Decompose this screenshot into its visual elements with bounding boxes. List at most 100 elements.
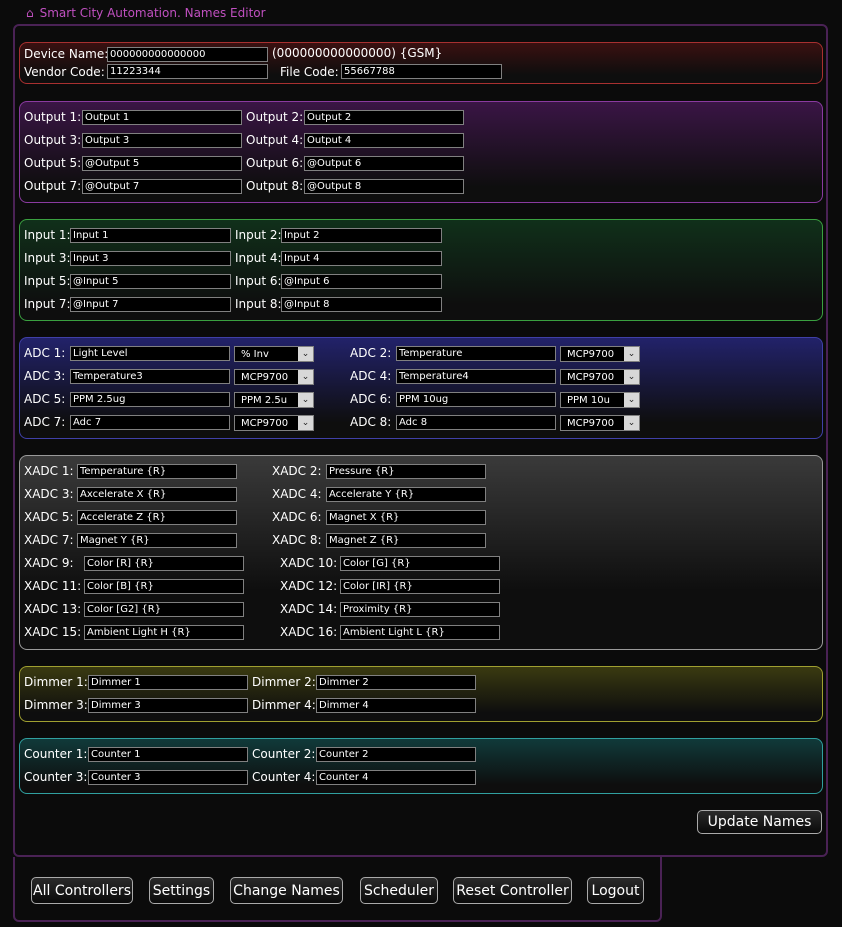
dimmer-field-4[interactable] <box>316 698 476 713</box>
device-name-field[interactable] <box>107 47 268 62</box>
counter-label-1: Counter 1: <box>24 747 88 761</box>
dimmer-field-2[interactable] <box>316 675 476 690</box>
counter-field-4[interactable] <box>316 770 476 785</box>
output-field-6[interactable] <box>304 156 464 171</box>
device-name-label: Device Name: <box>24 47 109 61</box>
chevron-down-icon: ⌄ <box>298 393 313 407</box>
xadc-field-10[interactable] <box>340 556 500 571</box>
nav-scheduler-button[interactable]: Scheduler <box>360 877 438 904</box>
adc-label-3: ADC 3: <box>24 369 66 383</box>
adc-type-select-3[interactable]: MCP9700 ⌄ <box>234 369 314 385</box>
input-field-4[interactable] <box>281 251 442 266</box>
input-field-2[interactable] <box>281 228 442 243</box>
xadc-field-11[interactable] <box>84 579 244 594</box>
output-label-1: Output 1: <box>24 110 82 124</box>
chevron-down-icon: ⌄ <box>298 416 313 430</box>
adc-field-6[interactable] <box>396 392 556 407</box>
xadc-label-13: XADC 13: <box>24 602 82 616</box>
xadc-label-6: XADC 6: <box>272 510 322 524</box>
window-title: Smart City Automation. Names Editor <box>39 6 266 20</box>
adc-type-select-4[interactable]: MCP9700 ⌄ <box>560 369 640 385</box>
xadc-field-2[interactable] <box>326 464 486 479</box>
output-field-1[interactable] <box>82 110 242 125</box>
chevron-down-icon: ⌄ <box>298 347 313 361</box>
adc-label-4: ADC 4: <box>350 369 392 383</box>
adc-label-7: ADC 7: <box>24 415 66 429</box>
adc-type-select-5[interactable]: PPM 2.5u ⌄ <box>234 392 314 408</box>
adc-field-5[interactable] <box>70 392 230 407</box>
nav-logout-button[interactable]: Logout <box>587 877 644 904</box>
adc-label-6: ADC 6: <box>350 392 392 406</box>
adc-type-select-2[interactable]: MCP9700 ⌄ <box>560 346 640 362</box>
select-value: MCP9700 <box>567 417 615 429</box>
xadc-field-5[interactable] <box>77 510 237 525</box>
input-field-3[interactable] <box>70 251 231 266</box>
output-label-7: Output 7: <box>24 179 82 193</box>
adc-type-select-8[interactable]: MCP9700 ⌄ <box>560 415 640 431</box>
input-label-7: Input 7: <box>24 297 71 311</box>
adc-field-7[interactable] <box>70 415 230 430</box>
xadc-label-12: XADC 12: <box>280 579 338 593</box>
adc-field-1[interactable] <box>70 346 230 361</box>
adc-field-8[interactable] <box>396 415 556 430</box>
adc-field-3[interactable] <box>70 369 230 384</box>
chevron-down-icon: ⌄ <box>624 393 639 407</box>
xadc-field-9[interactable] <box>84 556 244 571</box>
select-value: MCP9700 <box>241 371 289 383</box>
input-field-5[interactable] <box>70 274 231 289</box>
xadc-field-1[interactable] <box>77 464 237 479</box>
dimmer-field-1[interactable] <box>88 675 248 690</box>
input-field-8[interactable] <box>281 297 442 312</box>
vendor-code-field[interactable] <box>107 64 268 79</box>
adc-field-4[interactable] <box>396 369 556 384</box>
xadc-field-15[interactable] <box>84 625 244 640</box>
chevron-down-icon: ⌄ <box>624 347 639 361</box>
nav-reset-controller-button[interactable]: Reset Controller <box>453 877 572 904</box>
input-label-4: Input 4: <box>235 251 282 265</box>
xadc-label-7: XADC 7: <box>24 533 74 547</box>
nav-change-names-button[interactable]: Change Names <box>230 877 343 904</box>
adc-field-2[interactable] <box>396 346 556 361</box>
xadc-field-4[interactable] <box>326 487 486 502</box>
input-field-7[interactable] <box>70 297 231 312</box>
xadc-label-3: XADC 3: <box>24 487 74 501</box>
counter-field-1[interactable] <box>88 747 248 762</box>
xadc-field-3[interactable] <box>77 487 237 502</box>
xadc-field-14[interactable] <box>340 602 500 617</box>
input-label-6: Input 6: <box>235 274 282 288</box>
xadc-label-11: XADC 11: <box>24 579 82 593</box>
nav-all-controllers-button[interactable]: All Controllers <box>31 877 133 904</box>
output-field-4[interactable] <box>304 133 464 148</box>
dimmer-field-3[interactable] <box>88 698 248 713</box>
adc-type-select-1[interactable]: % Inv ⌄ <box>234 346 314 362</box>
select-value: MCP9700 <box>241 417 289 429</box>
xadc-field-13[interactable] <box>84 602 244 617</box>
adc-type-select-6[interactable]: PPM 10u ⌄ <box>560 392 640 408</box>
chevron-down-icon: ⌄ <box>624 416 639 430</box>
xadc-field-16[interactable] <box>340 625 500 640</box>
nav-settings-button[interactable]: Settings <box>149 877 214 904</box>
output-field-2[interactable] <box>304 110 464 125</box>
counter-label-3: Counter 3: <box>24 770 88 784</box>
output-field-7[interactable] <box>82 179 242 194</box>
select-value: MCP9700 <box>567 348 615 360</box>
output-field-3[interactable] <box>82 133 242 148</box>
xadc-field-8[interactable] <box>326 533 486 548</box>
input-field-1[interactable] <box>70 228 231 243</box>
output-field-8[interactable] <box>304 179 464 194</box>
output-label-8: Output 8: <box>246 179 304 193</box>
vendor-code-label: Vendor Code: <box>24 65 105 79</box>
xadc-field-6[interactable] <box>326 510 486 525</box>
dimmer-label-4: Dimmer 4: <box>252 698 316 712</box>
input-label-1: Input 1: <box>24 228 71 242</box>
input-field-6[interactable] <box>281 274 442 289</box>
xadc-field-12[interactable] <box>340 579 500 594</box>
counter-field-2[interactable] <box>316 747 476 762</box>
xadc-label-4: XADC 4: <box>272 487 322 501</box>
update-names-button[interactable]: Update Names <box>697 810 822 834</box>
output-field-5[interactable] <box>82 156 242 171</box>
counter-field-3[interactable] <box>88 770 248 785</box>
adc-type-select-7[interactable]: MCP9700 ⌄ <box>234 415 314 431</box>
xadc-field-7[interactable] <box>77 533 237 548</box>
file-code-field[interactable] <box>341 64 502 79</box>
